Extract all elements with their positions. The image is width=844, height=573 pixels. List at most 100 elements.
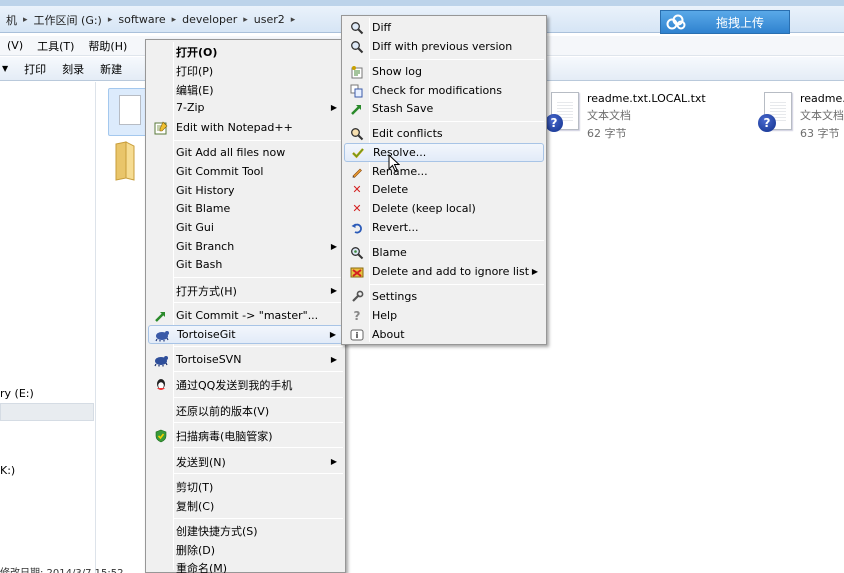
shield-icon (150, 428, 172, 444)
menu-item-restore-previous[interactable]: 还原以前的版本(V) (148, 401, 343, 420)
breadcrumb-item-user2[interactable]: user2 (248, 13, 291, 26)
breadcrumb-item-drive[interactable]: 工作区间 (G:) (28, 12, 108, 28)
menu-help[interactable]: 帮助(H) (81, 38, 134, 54)
menu-item-check-modifications[interactable]: Check for modifications (344, 81, 544, 100)
menu-separator (174, 346, 343, 347)
menu-separator (174, 371, 343, 372)
breadcrumb-item-software[interactable]: software (112, 13, 171, 26)
menu-item-delete[interactable]: 删除(D) (148, 540, 343, 559)
menu-item-edit-notepadpp[interactable]: Edit with Notepad++ (148, 118, 343, 137)
menu-item-edit[interactable]: 编辑(E) (148, 80, 343, 99)
menu-item-7zip[interactable]: 7-Zip ▶ (148, 98, 343, 117)
menu-item-create-shortcut[interactable]: 创建快捷方式(S) (148, 521, 343, 540)
breadcrumb-item-computer[interactable]: 机 (0, 12, 23, 28)
menu-item-delete[interactable]: ✕ Delete (344, 180, 544, 199)
menu-item-tortoisesvn[interactable]: TortoiseSVN ▶ (148, 350, 343, 369)
menu-item-delete-ignore[interactable]: Delete and add to ignore list ▶ (344, 262, 544, 281)
menu-separator (370, 121, 544, 122)
menu-item-copy[interactable]: 复制(C) (148, 496, 343, 515)
delete-x-icon: ✕ (352, 202, 362, 215)
file-name: readme.t (800, 92, 844, 105)
navigation-pane: ry (E:) K:) (0, 82, 96, 573)
tortoisegit-icon (151, 327, 173, 343)
menu-item-open-with[interactable]: 打开方式(H) ▶ (148, 281, 343, 300)
tortoisesvn-icon (150, 352, 172, 368)
menu-item-edit-conflicts[interactable]: Edit conflicts (344, 124, 544, 143)
menu-item-git-commit-master[interactable]: Git Commit -> "master"... (148, 306, 343, 325)
menu-view[interactable]: (V) (0, 39, 30, 52)
menu-separator (174, 140, 343, 141)
menu-item-print[interactable]: 打印(P) (148, 61, 343, 80)
menu-item-diff[interactable]: Diff (344, 18, 544, 37)
menu-item-stash-save[interactable]: Stash Save (344, 99, 544, 118)
burn-button[interactable]: 刻录 (54, 61, 92, 77)
menu-item-qq-send[interactable]: 通过QQ发送到我的手机 (148, 375, 343, 394)
menu-item-settings[interactable]: Settings (344, 287, 544, 306)
help-icon: ? (353, 308, 361, 323)
submenu-arrow-icon: ▶ (531, 267, 538, 276)
file-item[interactable]: ? readme.t 文本文档 63 字节 (758, 92, 844, 141)
menu-item-rename[interactable]: Rename... (344, 162, 544, 181)
menu-item-show-log[interactable]: Show log (344, 62, 544, 81)
menu-item-git-bash[interactable]: Git Bash (148, 255, 343, 274)
menu-item-rename[interactable]: 重命名(M) (148, 558, 343, 573)
menu-item-blame[interactable]: Blame (344, 243, 544, 262)
chevron-right-icon[interactable]: ▸ (291, 15, 296, 25)
submenu-arrow-icon: ▶ (330, 286, 337, 295)
menu-tools[interactable]: 工具(T) (30, 38, 81, 54)
folder-icon[interactable] (112, 140, 142, 182)
dropdown-arrow-icon[interactable]: ▼ (0, 64, 16, 73)
status-bar-text: 修改日期: 2014/3/7 15:52 (0, 564, 123, 573)
new-folder-button[interactable]: 新建 (92, 61, 130, 77)
menu-item-git-add-all[interactable]: Git Add all files now (148, 143, 343, 162)
menu-item-cut[interactable]: 剪切(T) (148, 477, 343, 496)
file-size: 63 字节 (800, 127, 840, 140)
pencil-icon (346, 164, 368, 180)
upload-button-label: 拖拽上传 (715, 15, 764, 30)
nav-item-drive-k[interactable]: K:) (0, 464, 15, 477)
submenu-arrow-icon: ▶ (330, 355, 337, 364)
menu-item-about[interactable]: i About (344, 325, 544, 344)
delete-x-icon: ✕ (352, 183, 362, 196)
upload-button[interactable]: 拖拽上传 (660, 10, 790, 34)
notepad-icon (150, 120, 172, 136)
ignore-icon (346, 264, 368, 280)
mouse-cursor-icon (388, 153, 401, 172)
menu-separator (370, 240, 544, 241)
breadcrumb-item-developer[interactable]: developer (176, 13, 243, 26)
menu-item-delete-keep-local[interactable]: ✕ Delete (keep local) (344, 199, 544, 218)
info-icon: i (346, 327, 368, 343)
nav-item-selected[interactable] (0, 403, 94, 421)
menu-separator (174, 473, 343, 474)
menu-item-git-commit-tool[interactable]: Git Commit Tool (148, 162, 343, 181)
menu-separator (174, 447, 343, 448)
unknown-file-icon: ? (545, 92, 581, 136)
menu-item-diff-previous[interactable]: Diff with previous version (344, 37, 544, 56)
tortoisegit-submenu: Diff Diff with previous version Show log… (341, 15, 547, 345)
print-button[interactable]: 打印 (16, 61, 54, 77)
menu-item-git-gui[interactable]: Git Gui (148, 218, 343, 237)
revert-icon (346, 220, 368, 236)
menu-item-git-history[interactable]: Git History (148, 181, 343, 200)
nav-item-drive-e[interactable]: ry (E:) (0, 387, 34, 400)
menu-item-git-branch[interactable]: Git Branch ▶ (148, 237, 343, 256)
menu-item-tortoisegit[interactable]: TortoiseGit ▶ (148, 325, 343, 344)
text-file-icon (119, 95, 141, 125)
file-item[interactable]: ? readme.txt.LOCAL.txt 文本文档 62 字节 (545, 92, 706, 141)
submenu-arrow-icon: ▶ (329, 330, 336, 339)
selected-file[interactable] (108, 88, 148, 136)
menu-item-revert[interactable]: Revert... (344, 218, 544, 237)
menu-item-open[interactable]: 打开(O) (148, 42, 343, 61)
context-menu: 打开(O) 打印(P) 编辑(E) 7-Zip ▶ Edit with Notep… (145, 39, 346, 573)
menu-item-resolve[interactable]: Resolve... (344, 143, 544, 162)
menu-item-send-to[interactable]: 发送到(N) ▶ (148, 452, 343, 471)
menu-item-virus-scan[interactable]: 扫描病毒(电脑管家) (148, 426, 343, 445)
breadcrumb: 机 ▸ 工作区间 (G:) ▸ software ▸ developer ▸ u… (0, 6, 295, 33)
menu-separator (174, 277, 343, 278)
edit-conflicts-icon (346, 126, 368, 142)
cloud-icon (661, 11, 691, 33)
menu-item-git-blame[interactable]: Git Blame (148, 199, 343, 218)
menu-item-help[interactable]: ? Help (344, 306, 544, 325)
file-type: 文本文档 (800, 109, 844, 122)
unknown-file-icon: ? (758, 92, 794, 136)
